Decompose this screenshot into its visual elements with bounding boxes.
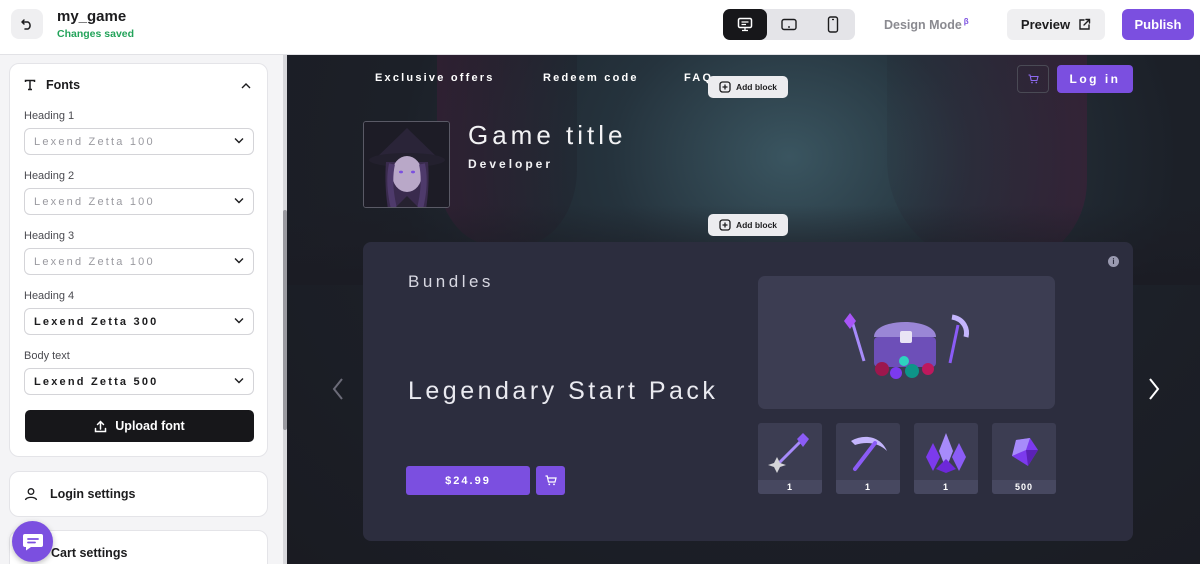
chat-icon bbox=[22, 533, 43, 550]
nav-exclusive-offers[interactable]: Exclusive offers bbox=[375, 72, 495, 84]
chevron-down-icon bbox=[234, 198, 244, 204]
bundle-item-tile: 500 bbox=[992, 423, 1056, 494]
bundle-name: Legendary Start Pack bbox=[408, 377, 719, 405]
body-text-label: Body text bbox=[24, 350, 70, 362]
bundles-section-title: Bundles bbox=[408, 272, 494, 291]
heading4-font-select[interactable]: Lexend Zetta 300 bbox=[24, 308, 254, 335]
mobile-view-button[interactable] bbox=[811, 9, 855, 40]
chevron-up-icon[interactable] bbox=[241, 82, 251, 89]
item-quantity: 1 bbox=[914, 480, 978, 494]
heading4-label: Heading 4 bbox=[24, 290, 75, 302]
cart-settings-label: Cart settings bbox=[51, 546, 128, 560]
bundle-item-tile: 1 bbox=[758, 423, 822, 494]
design-mode-label: Design Mode β bbox=[884, 17, 969, 33]
user-icon bbox=[24, 488, 38, 501]
tablet-icon bbox=[781, 18, 797, 31]
upload-icon bbox=[95, 419, 107, 432]
nav-redeem-code[interactable]: Redeem code bbox=[543, 72, 639, 84]
heading3-label: Heading 3 bbox=[24, 230, 75, 242]
cart-icon bbox=[1028, 74, 1039, 84]
pickaxe-icon bbox=[851, 436, 887, 471]
heading2-label: Heading 2 bbox=[24, 170, 75, 182]
cart-icon bbox=[545, 475, 557, 486]
desktop-view-button[interactable] bbox=[723, 9, 767, 40]
treasure-chest-icon bbox=[843, 312, 969, 379]
publish-button[interactable]: Publish bbox=[1122, 9, 1194, 40]
upload-font-label: Upload font bbox=[115, 419, 185, 433]
gem-icon bbox=[1012, 437, 1038, 466]
add-block-label: Add block bbox=[735, 220, 778, 230]
external-link-icon bbox=[1079, 18, 1091, 30]
heading2-font-select[interactable]: Lexend Zetta 100 bbox=[24, 188, 254, 215]
beta-badge: β bbox=[963, 17, 969, 26]
bundle-card[interactable]: i Bundles Legendary Start Pack $24.99 1 … bbox=[363, 242, 1133, 541]
desktop-icon bbox=[737, 17, 753, 32]
chevron-down-icon bbox=[234, 138, 244, 144]
login-settings-label: Login settings bbox=[50, 487, 136, 501]
nav-cart-button[interactable] bbox=[1017, 65, 1049, 93]
plus-square-icon bbox=[719, 81, 731, 93]
bundle-item-tile: 1 bbox=[914, 423, 978, 494]
crystals-icon bbox=[926, 432, 966, 473]
text-icon bbox=[24, 79, 36, 91]
top-bar: my_game Changes saved Design Mode β Previ… bbox=[0, 0, 1200, 55]
item-quantity: 1 bbox=[758, 480, 822, 494]
fonts-panel-header[interactable]: Fonts bbox=[24, 78, 80, 92]
tablet-view-button[interactable] bbox=[767, 9, 811, 40]
buy-price-button[interactable]: $24.99 bbox=[406, 466, 530, 495]
item-quantity: 1 bbox=[836, 480, 900, 494]
add-block-label: Add block bbox=[735, 82, 778, 92]
save-status: Changes saved bbox=[57, 28, 135, 40]
undo-icon bbox=[21, 19, 31, 30]
fonts-panel-title: Fonts bbox=[46, 78, 81, 92]
heading4-font-value: Lexend Zetta 300 bbox=[34, 315, 159, 328]
plus-square-icon bbox=[719, 219, 731, 231]
heading1-label: Heading 1 bbox=[24, 110, 75, 122]
heading3-font-value: Lexend Zetta 100 bbox=[34, 255, 155, 268]
carousel-next-arrow-icon[interactable] bbox=[1147, 377, 1161, 401]
mobile-icon bbox=[827, 16, 839, 33]
game-title[interactable]: Game title bbox=[468, 120, 627, 151]
site-preview-canvas: Exclusive offers Redeem code FAQ Log in … bbox=[287, 55, 1200, 564]
wand-icon bbox=[768, 432, 809, 473]
game-cover-image[interactable] bbox=[363, 121, 450, 208]
project-name: my_game bbox=[57, 8, 127, 25]
add-block-button[interactable]: Add block bbox=[708, 214, 788, 236]
preview-button[interactable]: Preview bbox=[1007, 9, 1105, 40]
undo-button[interactable] bbox=[11, 9, 43, 39]
carousel-prev-arrow-icon[interactable] bbox=[331, 377, 345, 401]
chevron-down-icon bbox=[234, 318, 244, 324]
body-font-select[interactable]: Lexend Zetta 500 bbox=[24, 368, 254, 395]
add-block-button[interactable]: Add block bbox=[708, 76, 788, 98]
heading1-font-value: Lexend Zetta 100 bbox=[34, 135, 155, 148]
item-quantity: 500 bbox=[992, 480, 1056, 494]
login-settings-section[interactable]: Login settings bbox=[9, 471, 268, 517]
witch-portrait-icon bbox=[364, 122, 449, 207]
chat-support-button[interactable] bbox=[12, 521, 53, 562]
heading1-font-select[interactable]: Lexend Zetta 100 bbox=[24, 128, 254, 155]
login-button[interactable]: Log in bbox=[1057, 65, 1133, 93]
bundle-item-tile: 1 bbox=[836, 423, 900, 494]
upload-font-button[interactable]: Upload font bbox=[25, 410, 254, 442]
preview-label: Preview bbox=[1020, 17, 1071, 32]
chevron-down-icon bbox=[234, 378, 244, 384]
heading2-font-value: Lexend Zetta 100 bbox=[34, 195, 155, 208]
bundle-image bbox=[758, 276, 1055, 409]
device-switcher bbox=[723, 9, 855, 40]
settings-sidebar: Fonts Heading 1 Lexend Zetta 100 Heading… bbox=[0, 55, 283, 564]
body-font-value: Lexend Zetta 500 bbox=[34, 375, 159, 388]
developer-name[interactable]: Developer bbox=[468, 157, 553, 171]
add-to-cart-button[interactable] bbox=[536, 466, 565, 495]
chevron-down-icon bbox=[234, 258, 244, 264]
fonts-panel: Fonts Heading 1 Lexend Zetta 100 Heading… bbox=[9, 63, 268, 457]
heading3-font-select[interactable]: Lexend Zetta 100 bbox=[24, 248, 254, 275]
info-icon[interactable]: i bbox=[1108, 256, 1119, 267]
